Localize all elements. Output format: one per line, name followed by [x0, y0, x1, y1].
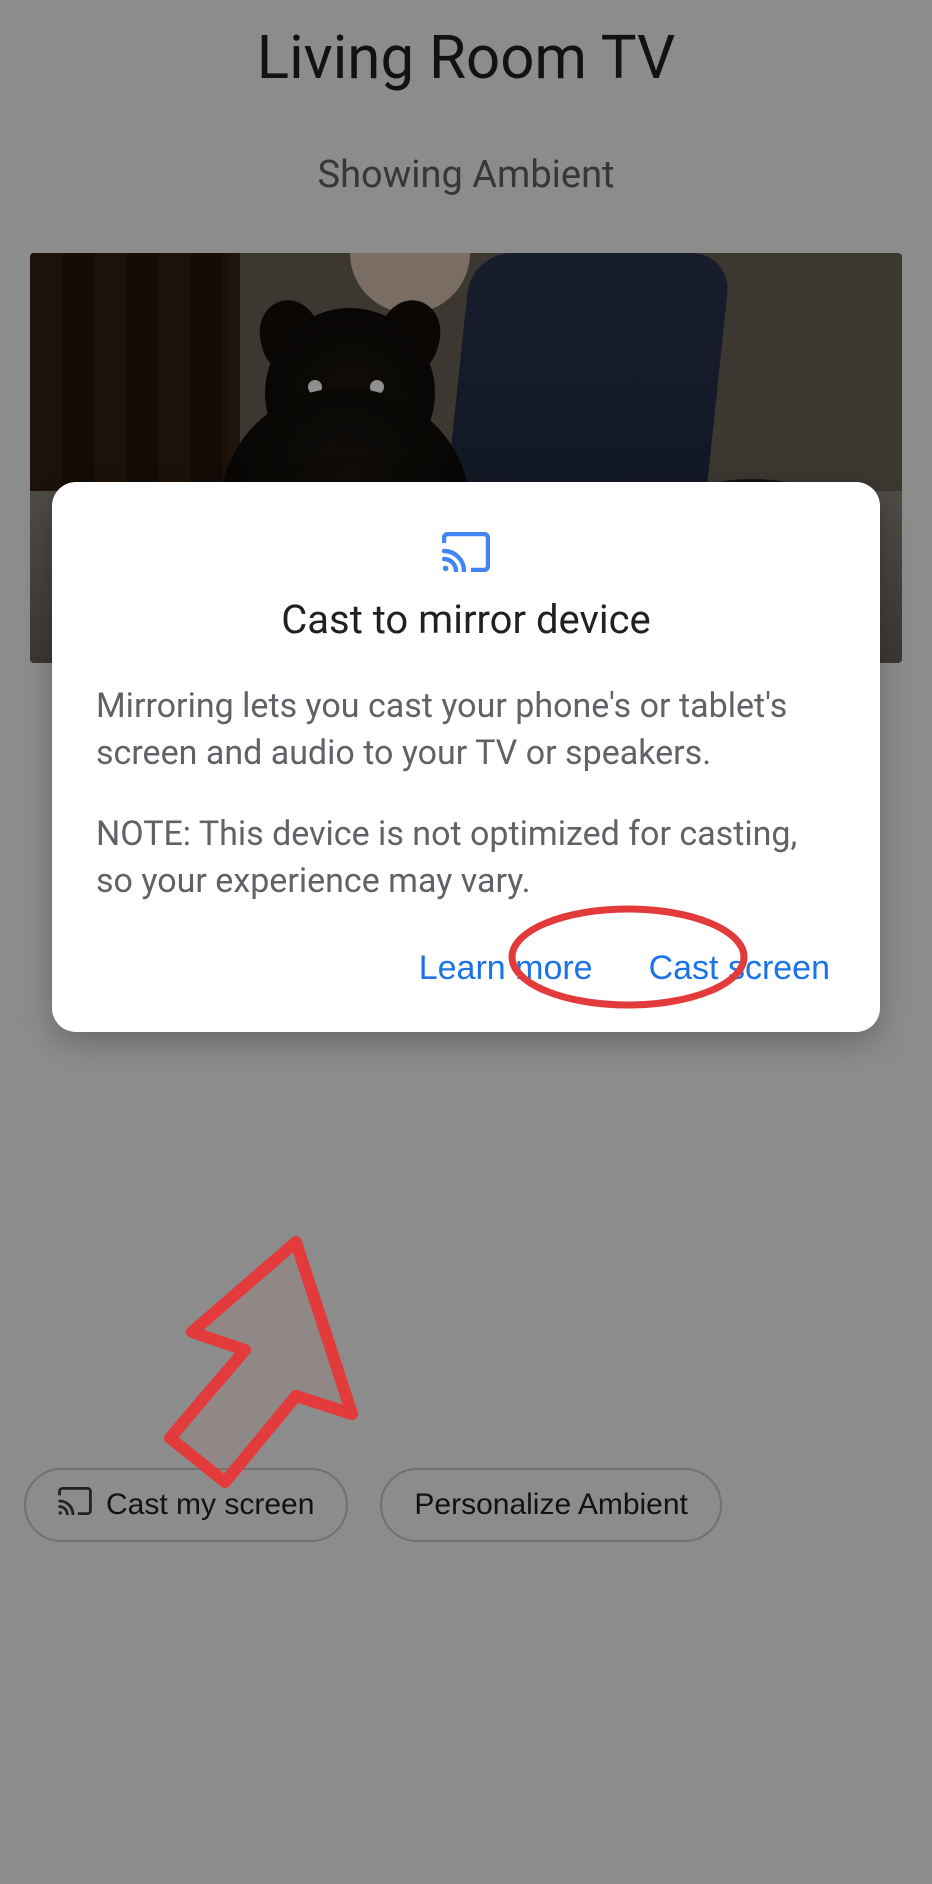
- learn-more-button[interactable]: Learn more: [413, 939, 599, 998]
- cast-mirror-dialog: Cast to mirror device Mirroring lets you…: [52, 482, 880, 1032]
- dialog-paragraph-2: NOTE: This device is not optimized for c…: [96, 811, 836, 905]
- dialog-body: Mirroring lets you cast your phone's or …: [96, 683, 836, 905]
- device-screen: Living Room TV Showing Ambient: [0, 0, 932, 1884]
- cast-screen-button[interactable]: Cast screen: [643, 939, 836, 998]
- cast-icon: [96, 532, 836, 572]
- dialog-title: Cast to mirror device: [96, 596, 836, 643]
- dialog-paragraph-1: Mirroring lets you cast your phone's or …: [96, 683, 836, 777]
- dialog-actions: Learn more Cast screen: [96, 939, 836, 998]
